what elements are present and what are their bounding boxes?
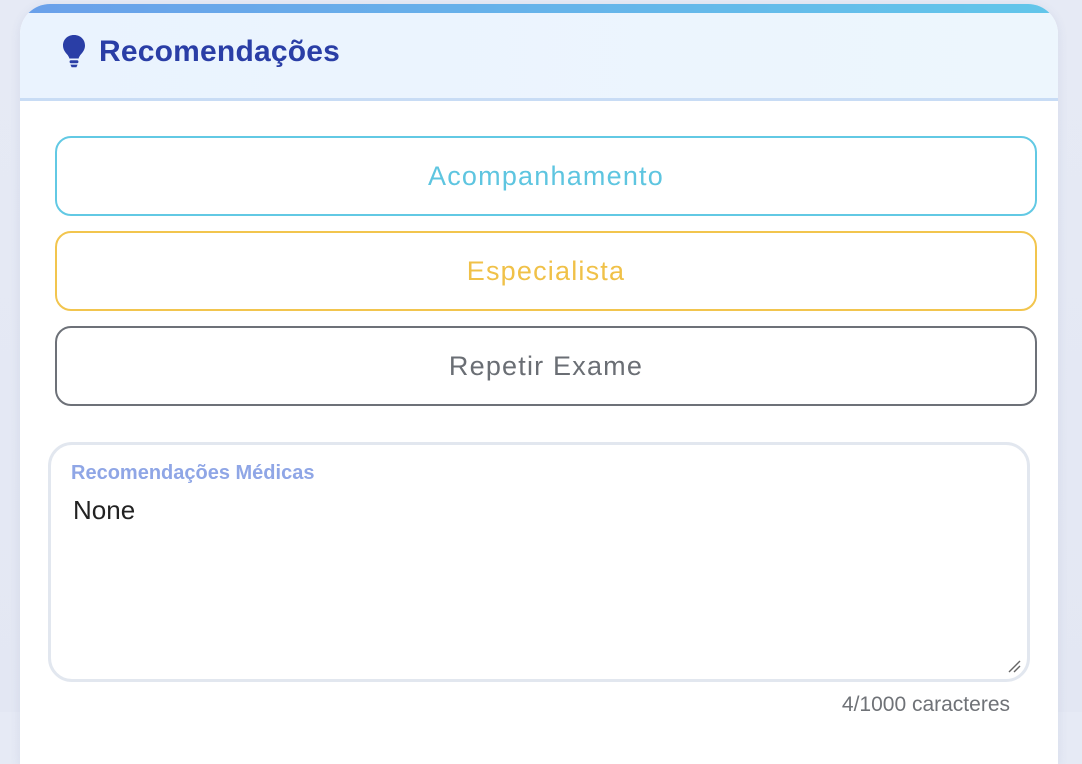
resize-handle-icon[interactable] [1007, 659, 1021, 673]
follow-up-button[interactable]: Acompanhamento [55, 136, 1037, 216]
card-header: Recomendações [20, 13, 1058, 101]
lightbulb-icon [61, 34, 87, 68]
accent-bar [20, 4, 1058, 13]
medical-recommendations-textarea[interactable]: None [73, 495, 1003, 665]
repeat-exam-button[interactable]: Repetir Exame [55, 326, 1037, 406]
field-label: Recomendações Médicas [71, 462, 315, 484]
medical-recommendations-field: Recomendações Médicas None [48, 442, 1030, 682]
recommendations-card: Recomendações Acompanhamento Especialist… [20, 4, 1058, 764]
specialist-button[interactable]: Especialista [55, 231, 1037, 311]
panel-title: Recomendações [99, 35, 341, 68]
character-counter: 4/1000 caracteres [841, 693, 1010, 716]
